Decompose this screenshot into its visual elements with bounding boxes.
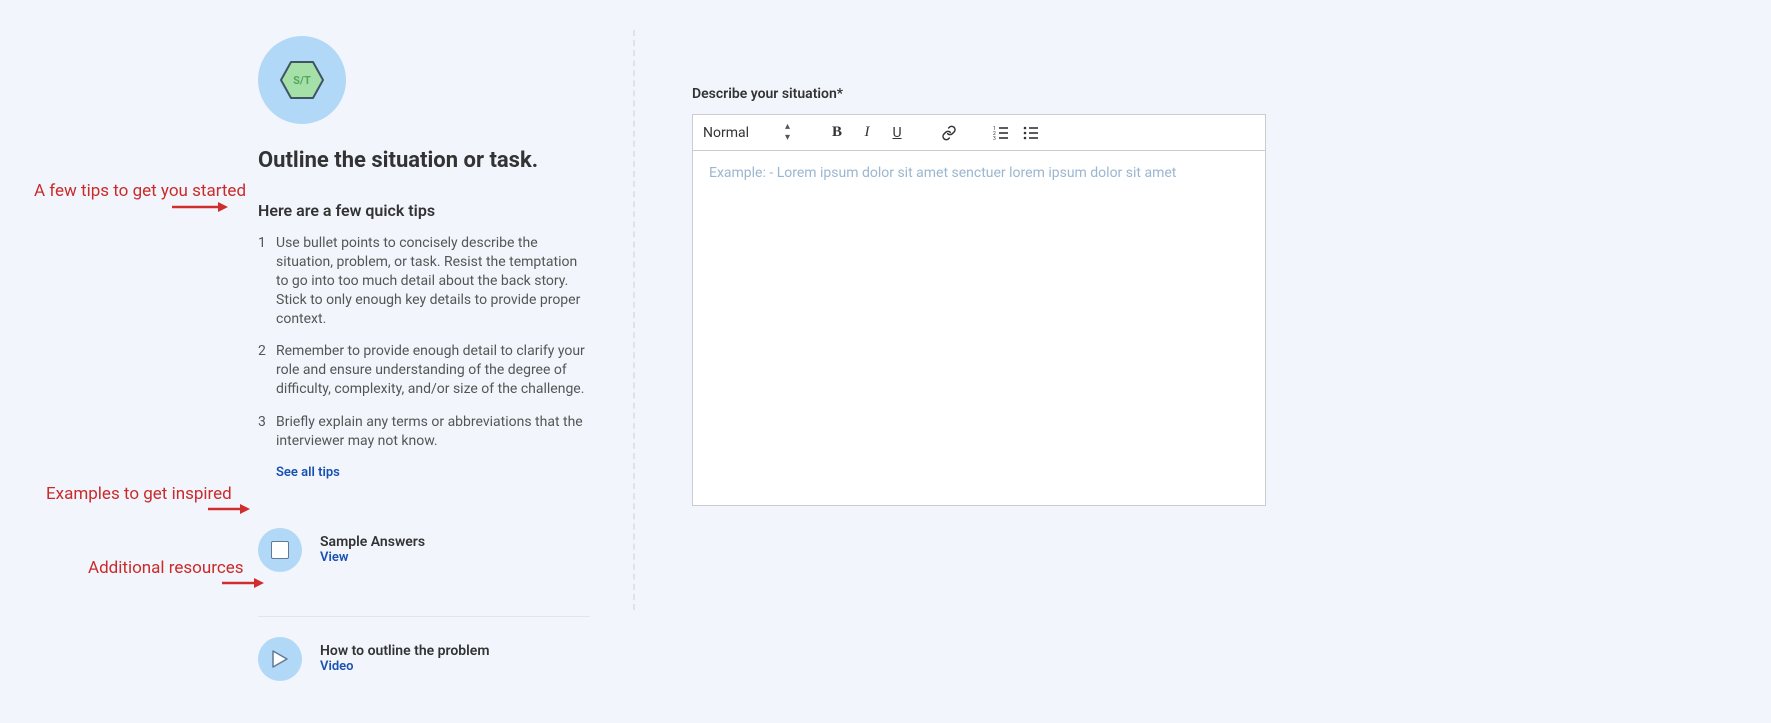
right-panel: Describe your situation* Normal ▴▾ B I U <box>692 86 1266 506</box>
annotation-tips: A few tips to get you started <box>34 181 246 201</box>
chevron-updown-icon: ▴▾ <box>785 122 790 143</box>
format-select[interactable]: Normal ▴▾ <box>703 122 798 143</box>
document-icon <box>258 528 302 572</box>
editor-textarea[interactable] <box>693 151 1265 505</box>
resource-action-link[interactable]: View <box>320 550 425 565</box>
arrow-icon <box>208 502 250 516</box>
page-title: Outline the situation or task. <box>258 148 590 173</box>
arrow-icon <box>172 200 228 214</box>
resource-how-to-video[interactable]: How to outline the problem Video <box>258 617 590 701</box>
annotation-resources: Additional resources <box>88 558 244 578</box>
bold-button[interactable]: B <box>824 120 850 146</box>
tip-item: Briefly explain any terms or abbreviatio… <box>258 413 590 451</box>
step-badge: S/T <box>258 36 346 124</box>
underline-button[interactable]: U <box>884 120 910 146</box>
vertical-divider <box>633 30 635 610</box>
editor-label: Describe your situation* <box>692 86 1266 102</box>
svg-text:3: 3 <box>993 136 996 141</box>
play-icon <box>258 637 302 681</box>
format-select-value: Normal <box>703 125 749 141</box>
italic-button[interactable]: I <box>854 120 880 146</box>
tips-list: Use bullet points to concisely describe … <box>258 234 590 451</box>
resource-sample-answers[interactable]: Sample Answers View <box>258 508 590 592</box>
resource-title: Sample Answers <box>320 534 425 550</box>
tips-heading: Here are a few quick tips <box>258 201 590 220</box>
editor-toolbar: Normal ▴▾ B I U <box>693 115 1265 151</box>
annotation-examples: Examples to get inspired <box>46 484 232 504</box>
left-panel: S/T Outline the situation or task. Here … <box>258 36 590 701</box>
tip-item: Use bullet points to concisely describe … <box>258 234 590 328</box>
unordered-list-button[interactable] <box>1018 120 1044 146</box>
step-badge-label: S/T <box>293 74 311 87</box>
rich-text-editor: Normal ▴▾ B I U <box>692 114 1266 506</box>
hexagon-icon: S/T <box>279 60 325 100</box>
tip-item: Remember to provide enough detail to cla… <box>258 342 590 399</box>
resource-title: How to outline the problem <box>320 643 490 659</box>
see-all-tips-link[interactable]: See all tips <box>258 465 590 480</box>
link-button[interactable] <box>936 120 962 146</box>
ordered-list-button[interactable]: 1 2 3 <box>988 120 1014 146</box>
resource-action-link[interactable]: Video <box>320 659 490 674</box>
